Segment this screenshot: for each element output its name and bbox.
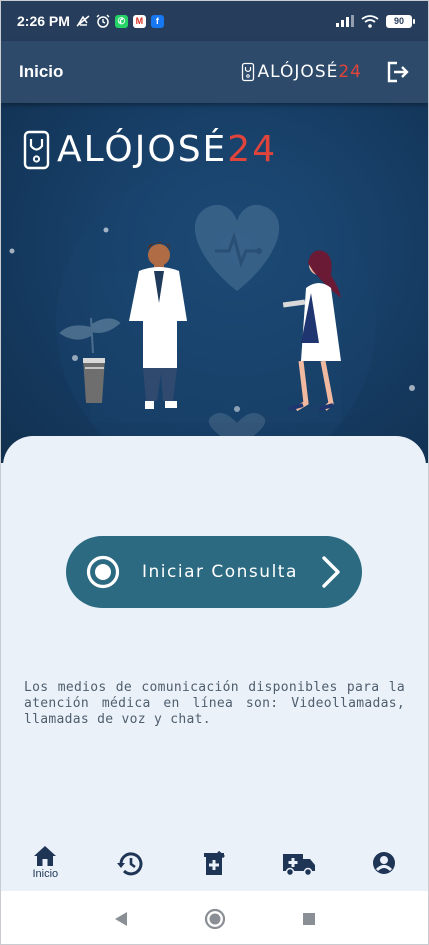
record-icon [86, 555, 120, 589]
hero-logo-number: 24 [227, 129, 278, 170]
home-circle-icon[interactable] [204, 908, 226, 930]
gmail-icon: M [132, 14, 146, 28]
nav-label-home: Inicio [32, 868, 59, 880]
mute-icon [75, 14, 91, 28]
communication-info-text: Los medios de comunicación disponibles p… [24, 680, 405, 727]
bottom-navigation: Inicio [3, 839, 426, 891]
whatsapp-icon: ✆ [114, 14, 128, 28]
nav-item-history[interactable] [88, 839, 173, 877]
hero-logo: ALÓJOSÉ 24 [23, 129, 277, 170]
hero-banner: ALÓJOSÉ 24 [1, 103, 428, 463]
battery-icon: 90 [386, 14, 415, 28]
signal-icon [336, 15, 354, 27]
back-icon[interactable] [114, 911, 128, 927]
status-bar: 2:26 PM ✆ M f 90 [1, 1, 428, 41]
account-icon [372, 851, 396, 875]
phone-frame: 2:26 PM ✆ M f 90 Inicio ALÓJOSÉ 24 ALÓJO… [0, 0, 429, 945]
start-consultation-label: Iniciar Consulta [142, 562, 298, 582]
stethoscope-phone-icon [23, 130, 50, 169]
ambulance-icon [282, 851, 316, 877]
system-navigation-bar [1, 891, 428, 944]
app-bar: Inicio ALÓJOSÉ 24 [1, 41, 428, 103]
history-icon [116, 851, 144, 877]
hero-logo-text: ALÓJOSÉ [57, 129, 228, 170]
logout-icon[interactable] [386, 61, 410, 83]
nav-item-prescriptions[interactable] [172, 839, 257, 877]
content-card: Iniciar Consulta Los medios de comunicac… [3, 436, 426, 896]
recents-icon[interactable] [302, 912, 316, 926]
facebook-icon: f [150, 14, 164, 28]
stethoscope-phone-icon [241, 62, 254, 82]
status-time: 2:26 PM [17, 13, 70, 29]
nav-item-ambulance[interactable] [257, 839, 342, 877]
nav-item-home[interactable]: Inicio [3, 839, 88, 880]
start-consultation-button[interactable]: Iniciar Consulta [66, 536, 362, 608]
prescription-icon [202, 851, 226, 877]
app-logo: ALÓJOSÉ 24 [241, 62, 362, 82]
nav-item-account[interactable] [341, 839, 426, 875]
alarm-icon [96, 14, 110, 28]
logo-text: ALÓJOSÉ [257, 62, 339, 82]
home-icon [33, 845, 57, 867]
chevron-right-icon [320, 555, 342, 589]
wifi-icon [361, 14, 379, 28]
logo-number: 24 [338, 62, 362, 82]
page-title: Inicio [19, 62, 64, 81]
